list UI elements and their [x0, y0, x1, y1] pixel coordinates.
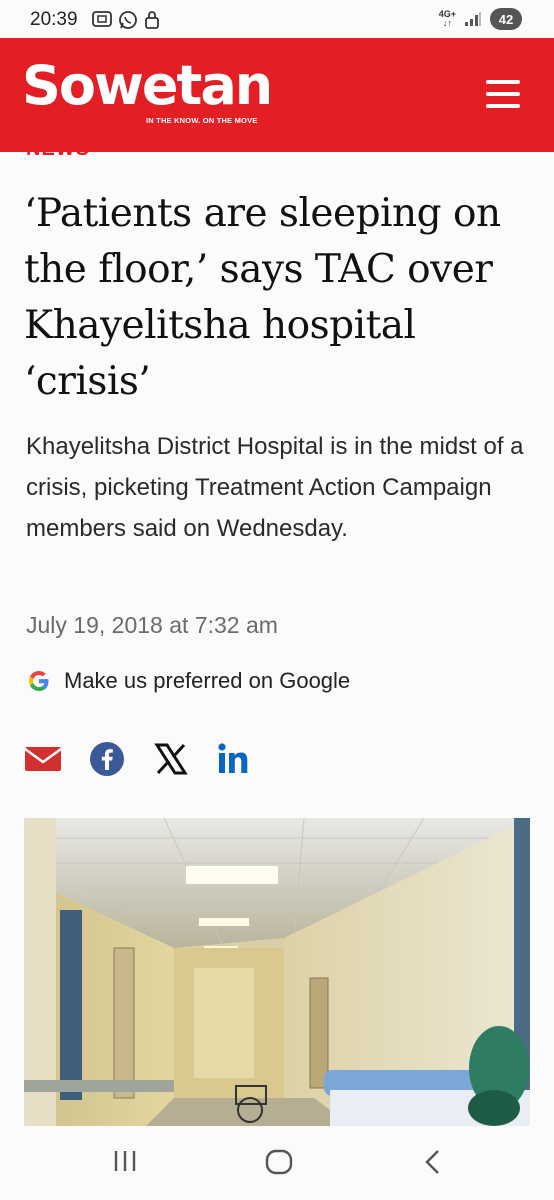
network-indicator: 4G+ ↓↑: [439, 10, 456, 28]
share-bar: [24, 740, 254, 778]
google-preferred-text: Make us preferred on Google: [64, 668, 351, 693]
article-photo[interactable]: [24, 818, 530, 1128]
status-notification-icons: [92, 10, 160, 30]
article-standfirst: Khayelitsha District Hospital is in the …: [26, 433, 524, 542]
lock-icon: [145, 11, 159, 29]
site-tagline: IN THE KNOW. ON THE MOVE: [146, 116, 258, 125]
signal-icon: [465, 12, 481, 26]
status-time: 20:39: [30, 9, 78, 30]
hamburger-menu-icon[interactable]: [486, 80, 520, 108]
google-g-icon: [29, 671, 49, 691]
battery-indicator: 42: [490, 8, 522, 30]
facebook-icon[interactable]: [88, 740, 126, 778]
home-icon[interactable]: [265, 1148, 293, 1181]
x-icon[interactable]: [152, 740, 190, 778]
data-arrows-icon: ↓↑: [442, 18, 452, 28]
article-date: July 19, 2018 at 7:32 am: [26, 612, 278, 638]
site-logo[interactable]: Sowetan: [22, 56, 273, 116]
system-navigation-bar: [0, 1126, 554, 1200]
article-headline: ‘Patients are sleeping on the floor,’ sa…: [24, 191, 501, 404]
screenshot-icon: [92, 11, 112, 27]
back-icon[interactable]: [422, 1148, 444, 1181]
whatsapp-icon: [119, 11, 137, 29]
recent-apps-icon[interactable]: [112, 1148, 138, 1179]
google-preferred-link[interactable]: Make us preferred on Google: [26, 668, 350, 694]
email-icon[interactable]: [24, 740, 62, 778]
status-bar: 20:39 4G+ ↓↑ 42: [0, 0, 554, 38]
site-header: Sowetan IN THE KNOW. ON THE MOVE: [0, 38, 554, 152]
linkedin-icon[interactable]: [216, 740, 254, 778]
